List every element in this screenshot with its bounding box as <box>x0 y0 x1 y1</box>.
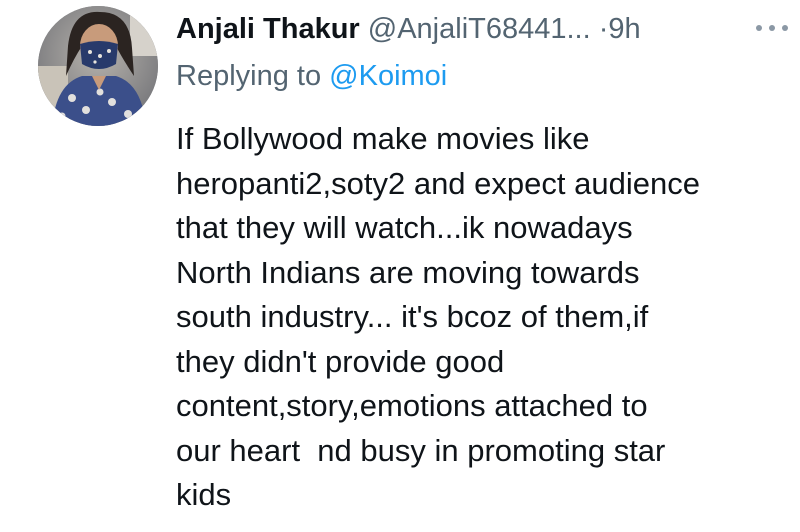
tweet-text: If Bollywood make movies like heropanti2… <box>176 117 776 518</box>
tweet-header: Anjali Thakur @AnjaliT68441... ·9h <box>176 9 796 49</box>
replying-to: Replying to @Koimoi <box>176 56 447 96</box>
tweet-text-line: kids <box>176 477 232 512</box>
user-handle[interactable]: @AnjaliT68441... <box>368 13 591 45</box>
tweet-text-line: south industry... it's bcoz of them,if <box>176 299 649 334</box>
avatar[interactable] <box>38 6 158 126</box>
more-horizontal-icon[interactable] <box>756 18 792 38</box>
tweet-text-line: that they will watch...ik nowadays <box>176 210 633 245</box>
display-name[interactable]: Anjali Thakur <box>176 13 360 45</box>
tweet-text-line: If Bollywood make movies like <box>176 121 590 156</box>
tweet-text-line: North Indians are moving towards <box>176 254 640 290</box>
tweet-text-line: they didn't provide good <box>176 343 505 379</box>
tweet[interactable]: Anjali Thakur @AnjaliT68441... ·9h Reply… <box>0 0 800 532</box>
separator-dot: · <box>598 13 609 45</box>
timestamp[interactable]: 9h <box>608 13 640 45</box>
tweet-text-line: our heart nd busy in promoting star <box>176 432 666 468</box>
tweet-text-line: heropanti2,soty2 and expect audience <box>176 165 700 201</box>
mention-link[interactable]: @Koimoi <box>329 60 447 92</box>
tweet-text-line: content,story,emotions attached to <box>176 388 648 423</box>
avatar-image <box>38 6 158 126</box>
replying-to-label: Replying to <box>176 60 330 92</box>
